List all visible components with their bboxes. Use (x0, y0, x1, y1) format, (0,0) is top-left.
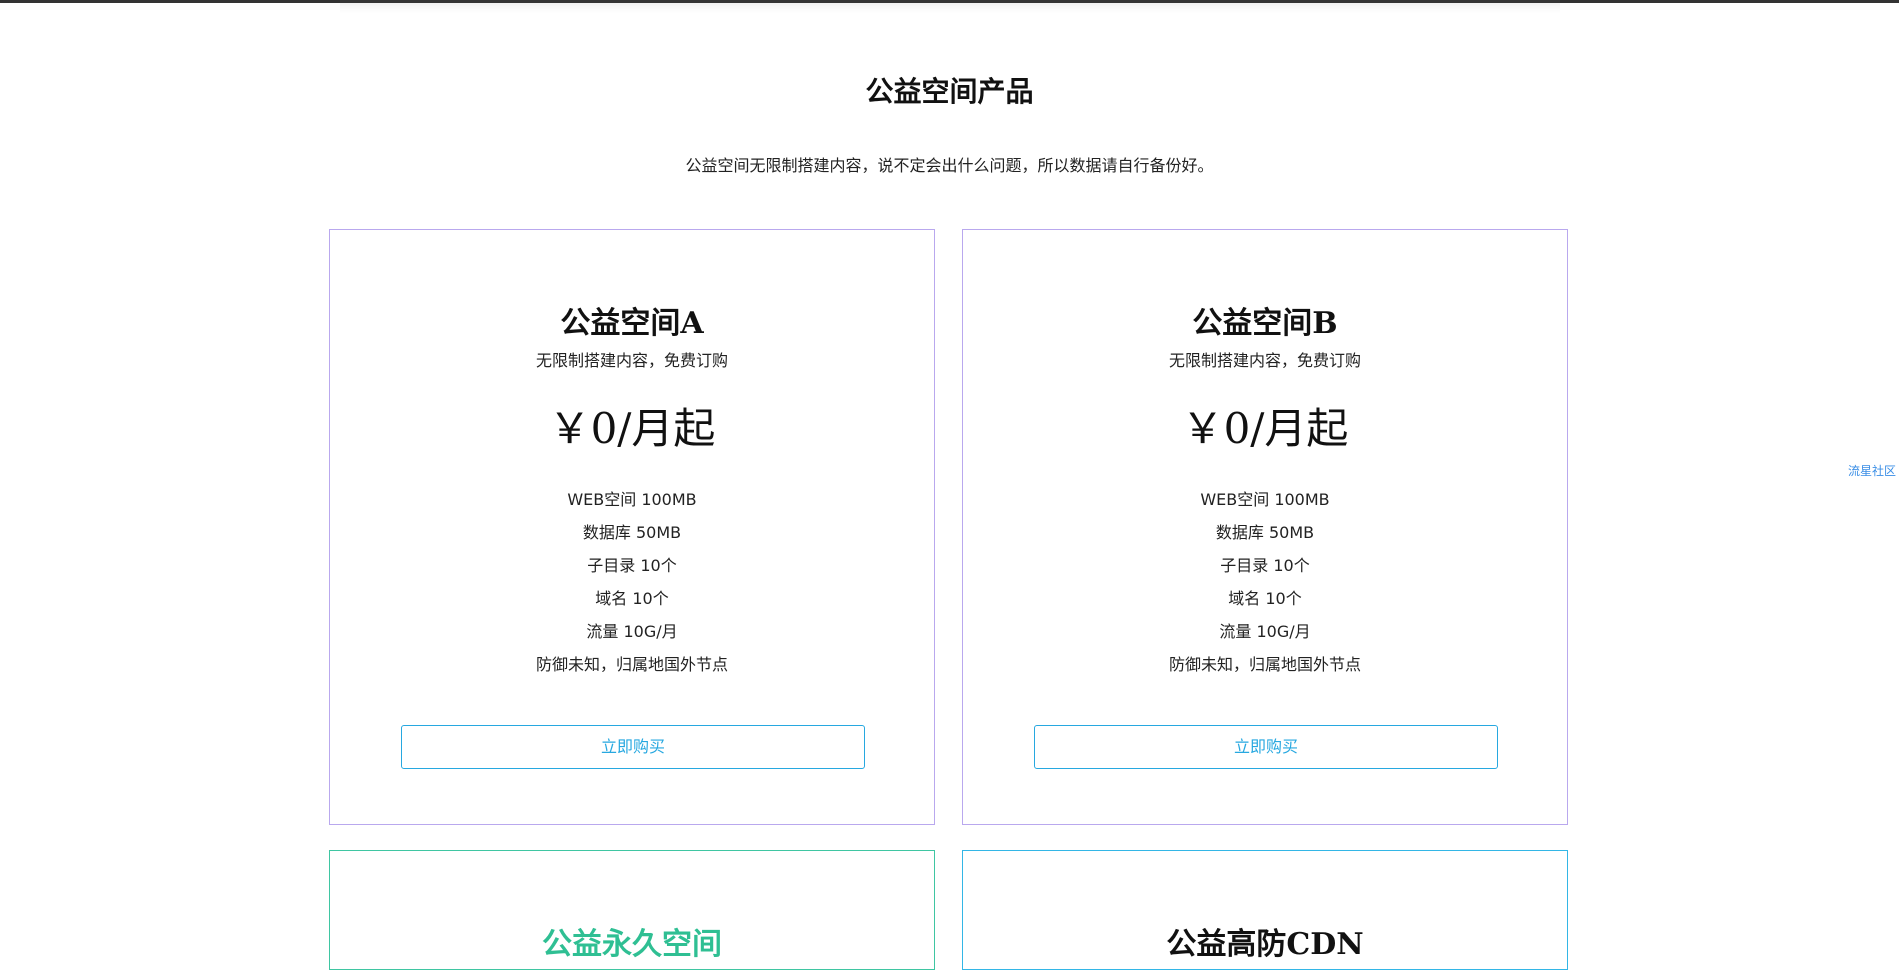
feature-item: WEB空间 100MB (1200, 490, 1330, 509)
feature-list: WEB空间 100MB 数据库 50MB 子目录 10个 域名 10个 流量 1… (963, 483, 1567, 681)
feature-item: WEB空间 100MB (567, 490, 697, 509)
feature-item: 防御未知，归属地国外节点 (1168, 655, 1361, 674)
product-description: 无限制搭建内容，免费订购 (1168, 351, 1361, 370)
feature-item: 流量 10G/月 (586, 622, 678, 641)
feature-item: 数据库 50MB (1215, 523, 1315, 542)
feature-item: 防御未知，归属地国外节点 (535, 655, 728, 674)
product-card-b: 公益空间B 无限制搭建内容，免费订购 ￥0/月起 WEB空间 100MB 数据库… (962, 229, 1568, 825)
feature-item: 流量 10G/月 (1219, 622, 1311, 641)
feature-item: 子目录 10个 (1220, 556, 1310, 575)
feature-item: 数据库 50MB (582, 523, 682, 542)
product-title: 公益高防CDN (1166, 927, 1364, 962)
product-description: 无限制搭建内容，免费订购 (535, 351, 728, 370)
feature-list: WEB空间 100MB 数据库 50MB 子目录 10个 域名 10个 流量 1… (330, 483, 934, 681)
feature-item: 域名 10个 (595, 589, 669, 608)
buy-now-button[interactable]: 立即购买 (401, 725, 865, 769)
page-subtitle: 公益空间无限制搭建内容，说不定会出什么问题，所以数据请自行备份好。 (685, 156, 1214, 175)
product-price: ￥0/月起 (1181, 404, 1349, 453)
feature-item: 域名 10个 (1228, 589, 1302, 608)
page-title: 公益空间产品 (865, 75, 1034, 108)
product-card-permanent: 公益永久空间 (329, 850, 935, 970)
side-community-link[interactable]: 流星社区 (1848, 462, 1896, 479)
feature-item: 子目录 10个 (587, 556, 677, 575)
product-price: ￥0/月起 (548, 404, 716, 453)
product-title: 公益空间B (1192, 306, 1338, 341)
buy-now-button[interactable]: 立即购买 (1034, 725, 1498, 769)
top-bar-shadow (340, 3, 1560, 13)
product-title: 公益空间A (560, 306, 704, 341)
product-card-a: 公益空间A 无限制搭建内容，免费订购 ￥0/月起 WEB空间 100MB 数据库… (329, 229, 935, 825)
product-card-cdn: 公益高防CDN (962, 850, 1568, 970)
product-title: 公益永久空间 (542, 927, 722, 962)
